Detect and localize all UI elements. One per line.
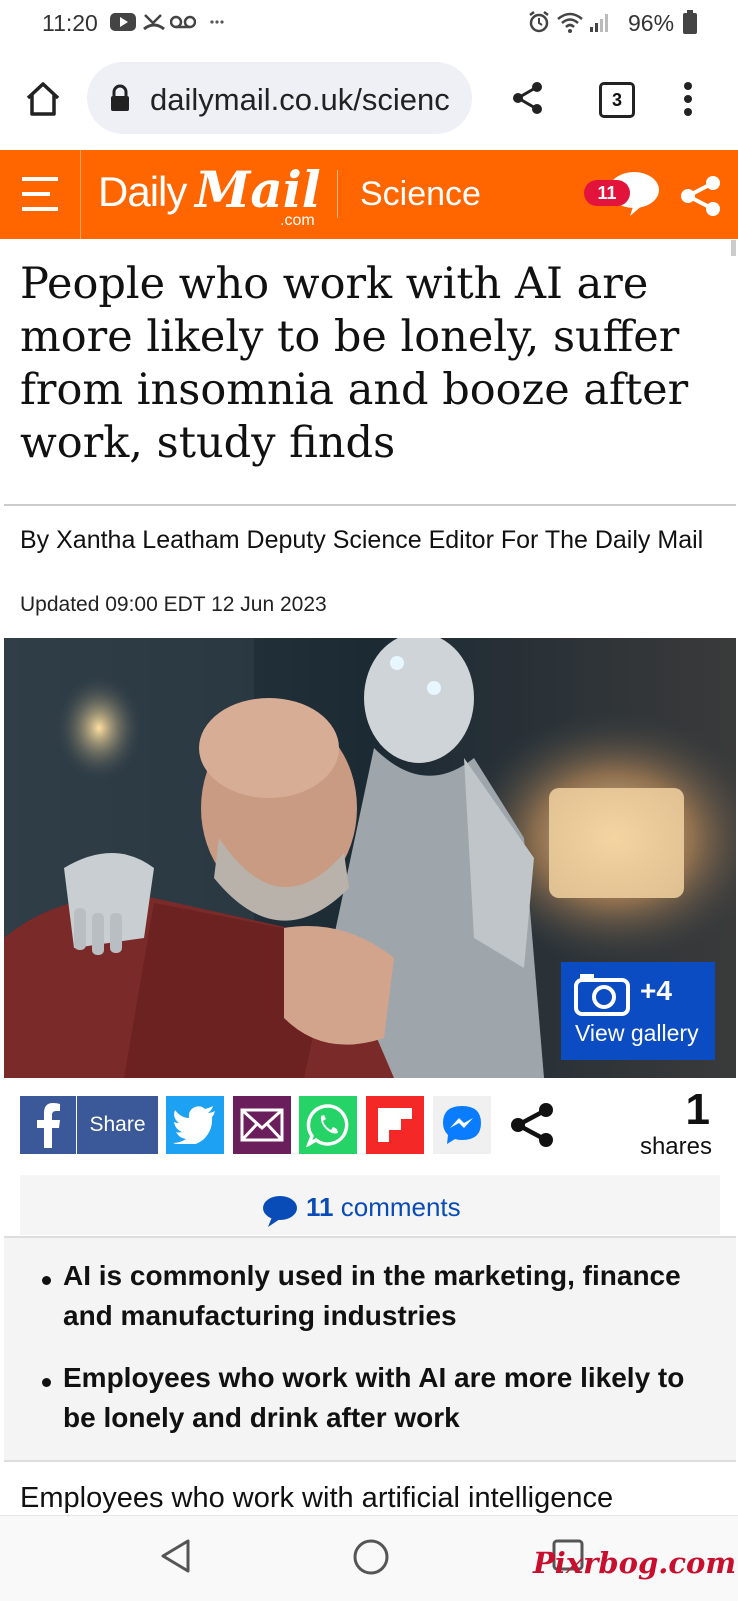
logo-daily[interactable]: Daily <box>98 168 187 216</box>
updated-timestamp: Updated 09:00 EDT 12 Jun 2023 <box>20 593 327 616</box>
article-headline: People who work with AI are more likely … <box>20 259 689 468</box>
gallery-label: View gallery <box>575 1020 699 1046</box>
comments-link[interactable]: 11 comments <box>306 1192 461 1223</box>
alarm-icon <box>527 11 551 33</box>
facebook-share-label[interactable]: Share <box>77 1096 158 1154</box>
scrollbar[interactable] <box>731 240 736 256</box>
logo-mail[interactable]: Mail <box>195 160 321 219</box>
twitter-icon <box>173 1106 215 1144</box>
gallery-count: +4 <box>640 975 672 1006</box>
email-icon <box>240 1108 284 1142</box>
header-divider <box>80 150 81 239</box>
messenger-icon <box>443 1106 481 1144</box>
facebook-icon <box>37 1103 60 1148</box>
youtube-icon <box>110 11 136 33</box>
more-share-button[interactable] <box>504 1096 560 1154</box>
share-icon[interactable] <box>510 80 546 116</box>
header-divider <box>337 170 338 218</box>
back-icon[interactable] <box>158 1538 194 1574</box>
share-count-label: shares <box>639 1133 712 1160</box>
divider <box>4 504 736 506</box>
summary-bullet: Employees who work with AI are more like… <box>63 1362 685 1433</box>
hamburger-menu-icon[interactable] <box>20 174 60 214</box>
home-icon[interactable] <box>24 80 62 118</box>
watermark: Pixrbog.com <box>533 1546 737 1580</box>
flipboard-icon <box>378 1108 412 1142</box>
camera-icon <box>574 972 630 1016</box>
more-notifications-icon <box>210 11 224 33</box>
wifi-icon <box>556 11 584 33</box>
url-text[interactable]: dailymail.co.uk/scienc <box>150 82 460 118</box>
bullet-dot <box>42 1276 51 1285</box>
battery-icon <box>682 10 698 34</box>
logo-com: .com <box>280 212 315 229</box>
voicemail-icon <box>170 11 196 33</box>
home-nav-icon[interactable] <box>352 1538 390 1576</box>
section-title[interactable]: Science <box>360 175 481 214</box>
byline[interactable]: By Xantha Leatham Deputy Science Editor … <box>20 523 720 557</box>
email-share-button[interactable] <box>233 1096 291 1154</box>
share-icon <box>511 1103 553 1147</box>
share-count: 1 <box>685 1085 710 1134</box>
twitter-share-button[interactable] <box>166 1096 224 1154</box>
battery-percent: 96% <box>628 10 675 36</box>
summary-bullet: AI is commonly used in the marketing, fi… <box>63 1260 681 1331</box>
facebook-share-button[interactable] <box>20 1096 76 1154</box>
lock-icon <box>108 83 132 113</box>
status-time: 11:20 <box>42 10 98 36</box>
signal-icon <box>588 11 612 33</box>
whatsapp-share-button[interactable] <box>299 1096 357 1154</box>
share-icon[interactable] <box>680 175 722 217</box>
comments-count[interactable]: 11 <box>306 1192 334 1222</box>
flipboard-share-button[interactable] <box>366 1096 424 1154</box>
article-body-text: Employees who work with artificial intel… <box>20 1482 614 1514</box>
menu-icon[interactable] <box>682 80 694 118</box>
tabs-button[interactable]: 3 <box>599 82 635 118</box>
missed-call-icon <box>142 11 166 33</box>
comment-bubble-icon <box>262 1195 298 1227</box>
whatsapp-icon <box>306 1104 349 1147</box>
messenger-share-button[interactable] <box>433 1096 491 1154</box>
comment-count-badge[interactable]: 11 <box>584 180 630 206</box>
comments-label[interactable]: comments <box>341 1192 461 1222</box>
bullet-dot <box>42 1378 51 1387</box>
